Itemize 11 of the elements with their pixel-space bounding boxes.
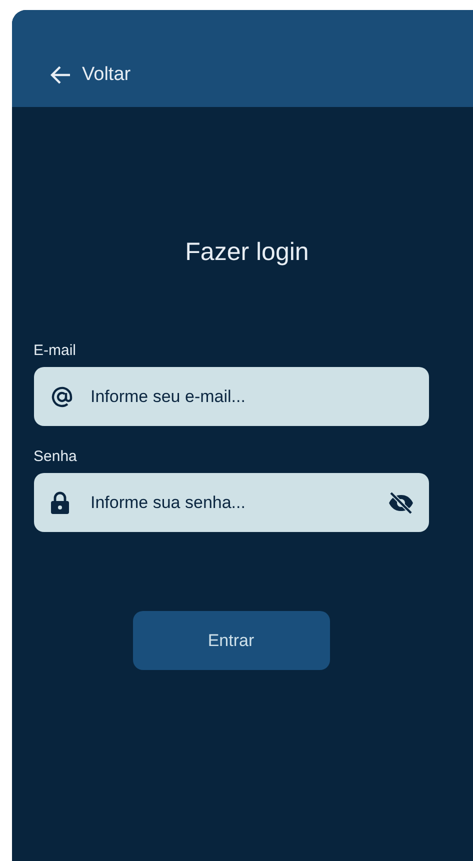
eye-slash-icon[interactable] [386, 490, 414, 514]
lock-icon [50, 490, 70, 514]
back-arrow-icon [50, 64, 72, 84]
at-sign-icon [50, 384, 74, 408]
login-button[interactable]: Entrar [132, 611, 330, 670]
password-field[interactable]: Informe sua senha... [34, 473, 428, 532]
field-label: Senha [34, 448, 78, 465]
email-field[interactable]: Informe seu e-mail... [34, 367, 428, 426]
back-link[interactable]: Voltar [50, 64, 131, 86]
field-label: E-mail [34, 342, 78, 359]
page-title: Fazer login [185, 238, 309, 267]
